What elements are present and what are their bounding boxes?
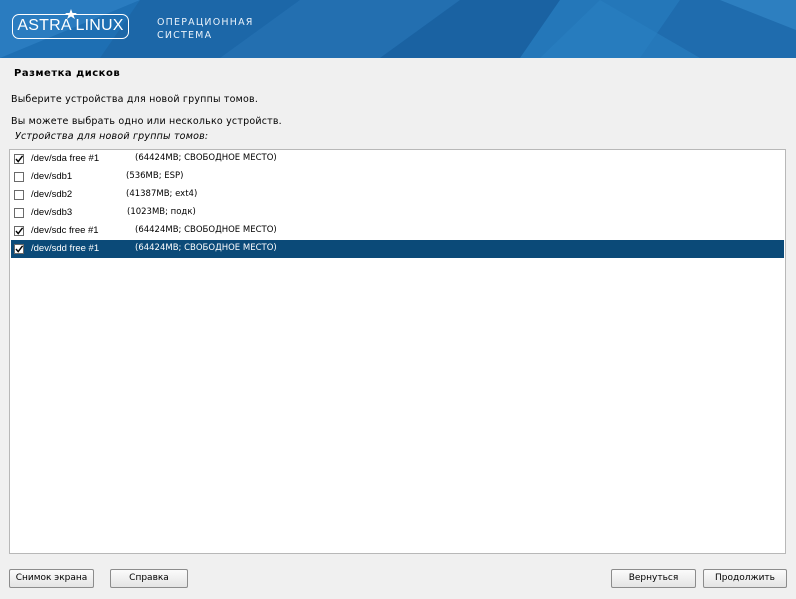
- device-row[interactable]: /dev/sdc free #1 (64424MB; СВОБОДНОЕ МЕСТ…: [11, 222, 784, 240]
- device-name: /dev/sdb2: [31, 189, 73, 200]
- device-name: /dev/sda free #1: [31, 153, 100, 164]
- checkmark-icon: [15, 155, 24, 163]
- device-info: (64424MB; СВОБОДНОЕ МЕСТО): [135, 243, 277, 253]
- device-row[interactable]: /dev/sda free #1 (64424MB; СВОБОДНОЕ МЕСТ…: [11, 150, 784, 168]
- device-row[interactable]: /dev/sdb3 (1023MB; подк): [11, 204, 784, 222]
- checkbox-checked[interactable]: [14, 244, 24, 254]
- device-name: /dev/sdb3: [31, 207, 73, 218]
- checkbox-unchecked[interactable]: [14, 208, 24, 218]
- help-button[interactable]: Справка: [110, 569, 188, 588]
- checkmark-icon: [15, 227, 24, 235]
- continue-button[interactable]: Продолжить: [703, 569, 787, 588]
- logo-star-icon: [65, 9, 77, 19]
- checkbox-checked[interactable]: [14, 154, 24, 164]
- device-name: /dev/sdc free #1: [31, 225, 99, 236]
- back-button[interactable]: Вернуться: [611, 569, 696, 588]
- os-caption-line1: ОПЕРАЦИОННАЯ: [157, 17, 254, 28]
- checkmark-icon: [15, 245, 24, 253]
- device-name: /dev/sdb1: [31, 171, 73, 182]
- device-info: (536MB; ESP): [126, 171, 184, 181]
- device-row[interactable]: /dev/sdb1 (536MB; ESP): [11, 168, 784, 186]
- device-list-label: Устройства для новой группы томов:: [15, 131, 209, 142]
- device-row[interactable]: /dev/sdb2 (41387MB; ext4): [11, 186, 784, 204]
- installer-content: Разметка дисков Выберите устройства для …: [0, 58, 796, 599]
- device-list[interactable]: /dev/sda free #1 (64424MB; СВОБОДНОЕ МЕСТ…: [9, 149, 786, 554]
- checkbox-unchecked[interactable]: [14, 190, 24, 200]
- device-info: (64424MB; СВОБОДНОЕ МЕСТО): [135, 153, 277, 163]
- checkbox-checked[interactable]: [14, 226, 24, 236]
- header-banner: ASTRA LINUX ОПЕРАЦИОННАЯ СИСТЕМА: [0, 0, 796, 58]
- screenshot-button[interactable]: Снимок экрана: [9, 569, 94, 588]
- device-info: (1023MB; подк): [127, 207, 196, 217]
- device-row[interactable]: /dev/sdd free #1 (64424MB; СВОБОДНОЕ МЕСТ…: [11, 240, 784, 258]
- checkbox-unchecked[interactable]: [14, 172, 24, 182]
- os-caption: ОПЕРАЦИОННАЯ СИСТЕМА: [157, 16, 254, 42]
- instruction-text-2: Вы можете выбрать одно или несколько уст…: [11, 116, 282, 127]
- os-caption-line2: СИСТЕМА: [157, 30, 213, 41]
- device-info: (64424MB; СВОБОДНОЕ МЕСТО): [135, 225, 277, 235]
- device-name: /dev/sdd free #1: [31, 243, 100, 254]
- page-title: Разметка дисков: [14, 68, 121, 79]
- instruction-text-1: Выберите устройства для новой группы том…: [11, 94, 259, 105]
- device-info: (41387MB; ext4): [126, 189, 198, 199]
